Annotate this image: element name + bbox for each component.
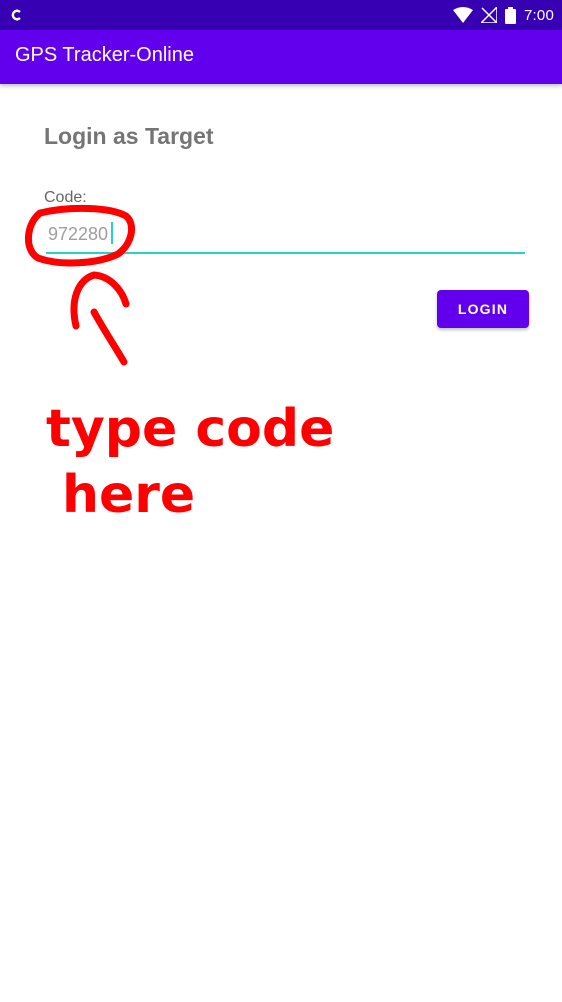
notification-icon: [11, 9, 21, 21]
page-heading: Login as Target: [44, 123, 214, 149]
annotation-text-line2: here: [62, 465, 195, 525]
login-button[interactable]: LOGIN: [437, 290, 529, 328]
annotation-text-line1: type code: [46, 399, 334, 459]
status-bar: 7:00: [0, 0, 562, 30]
code-label: Code:: [44, 189, 87, 206]
text-cursor: [111, 222, 113, 244]
code-input-container[interactable]: [46, 218, 527, 254]
app-title: GPS Tracker-Online: [15, 44, 194, 66]
battery-icon: [505, 6, 516, 24]
app-bar: GPS Tracker-Online: [0, 30, 562, 84]
code-input[interactable]: [46, 218, 527, 250]
annotation-arrow: [70, 271, 130, 366]
status-icons: 7:00: [453, 0, 554, 30]
wifi-icon: [453, 7, 473, 23]
status-time: 7:00: [524, 6, 554, 24]
signal-icon: [481, 7, 497, 23]
hand-drawn-annotation: type code here: [25, 204, 334, 525]
